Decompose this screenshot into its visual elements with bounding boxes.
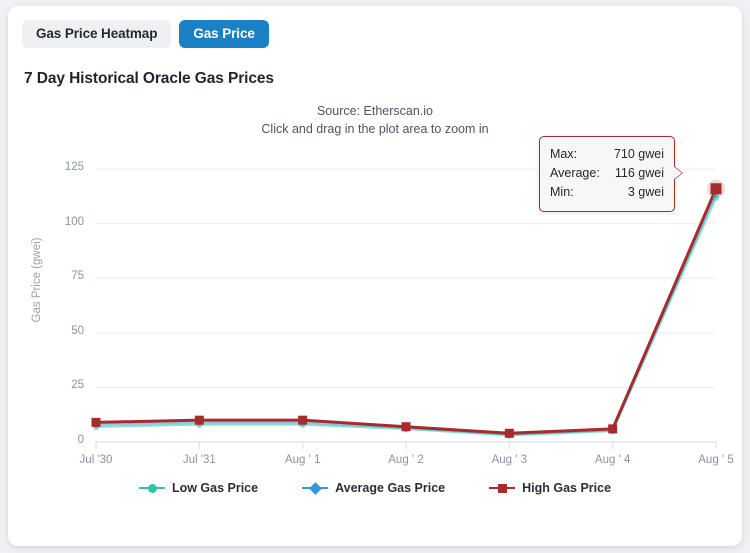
legend-marker-square-icon xyxy=(489,482,515,494)
tooltip-max-value: 710 gwei xyxy=(614,145,664,164)
tooltip-arrow xyxy=(673,166,682,180)
y-axis-title: Gas Price (gwei) xyxy=(31,225,43,335)
gas-price-card: Gas Price Heatmap Gas Price 7 Day Histor… xyxy=(8,6,742,546)
y-axis-tick-25: 25 xyxy=(44,379,84,391)
y-axis-tick-0: 0 xyxy=(44,434,84,446)
x-axis-tick-6: Aug ' 5 xyxy=(676,454,742,466)
tooltip-row-average: Average: 116 gwei xyxy=(550,164,664,183)
tab-gas-price[interactable]: Gas Price xyxy=(179,20,268,48)
x-axis-tick-1: Jul '31 xyxy=(159,454,239,466)
legend-label-average: Average Gas Price xyxy=(335,481,445,495)
tooltip-average-label: Average: xyxy=(550,164,606,183)
y-axis-tick-125: 125 xyxy=(44,161,84,173)
tooltip-row-max: Max: 710 gwei xyxy=(550,145,664,164)
y-axis-tick-100: 100 xyxy=(44,216,84,228)
legend-item-average-gas-price[interactable]: Average Gas Price xyxy=(302,481,445,495)
legend-label-high: High Gas Price xyxy=(522,481,611,495)
x-axis-tick-5: Aug ' 4 xyxy=(573,454,653,466)
legend-item-high-gas-price[interactable]: High Gas Price xyxy=(489,481,611,495)
chart-legend: Low Gas Price Average Gas Price High Gas… xyxy=(8,481,742,495)
chart-source-text: Source: Etherscan.io xyxy=(317,104,433,118)
x-axis-tick-3: Aug ' 2 xyxy=(366,454,446,466)
y-axis-tick-50: 50 xyxy=(44,325,84,337)
tooltip-max-label: Max: xyxy=(550,145,583,164)
x-axis-tick-0: Jul '30 xyxy=(56,454,136,466)
tooltip-row-min: Min: 3 gwei xyxy=(550,183,664,202)
legend-label-low: Low Gas Price xyxy=(172,481,258,495)
tab-gas-price-heatmap[interactable]: Gas Price Heatmap xyxy=(22,20,171,48)
tooltip-min-value: 3 gwei xyxy=(628,183,664,202)
tab-bar: Gas Price Heatmap Gas Price xyxy=(22,20,269,48)
x-axis-tick-4: Aug ' 3 xyxy=(469,454,549,466)
x-axis-tick-2: Aug ' 1 xyxy=(263,454,343,466)
tooltip-min-label: Min: xyxy=(550,183,580,202)
chart-tooltip: Max: 710 gwei Average: 116 gwei Min: 3 g… xyxy=(539,136,675,212)
y-axis-tick-75: 75 xyxy=(44,270,84,282)
chart-subtitle: Source: Etherscan.io Click and drag in t… xyxy=(8,102,742,138)
legend-marker-circle-icon xyxy=(139,482,165,494)
page-title: 7 Day Historical Oracle Gas Prices xyxy=(24,70,274,88)
legend-item-low-gas-price[interactable]: Low Gas Price xyxy=(139,481,258,495)
tooltip-average-value: 116 gwei xyxy=(615,164,664,183)
legend-marker-diamond-icon xyxy=(302,482,328,494)
